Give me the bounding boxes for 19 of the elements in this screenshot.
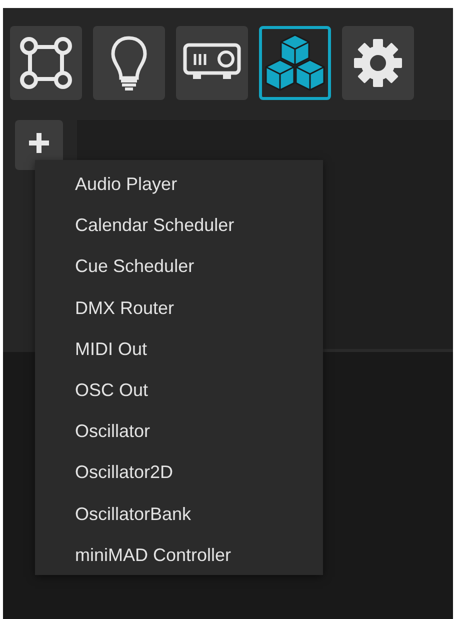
menu-item[interactable]: Oscillator [35,411,323,452]
corner-points-icon [18,35,74,91]
menu-item[interactable]: Calendar Scheduler [35,205,323,246]
light-bulb-icon [109,35,149,91]
settings-icon [352,37,404,89]
menu-item[interactable]: OscillatorBank [35,494,323,535]
menu-item[interactable]: MIDI Out [35,328,323,370]
toolbar-button[interactable] [259,26,331,100]
menu-item[interactable]: DMX Router [35,288,323,329]
menu-item[interactable]: miniMAD Controller [35,534,323,576]
toolbar-button[interactable] [10,26,82,100]
toolbar-button[interactable] [342,26,414,100]
toolbar-button[interactable] [93,26,165,100]
menu-item[interactable]: Cue Scheduler [35,246,323,288]
menu-item[interactable]: OSC Out [35,370,323,412]
menu-item[interactable]: Oscillator2D [35,452,323,494]
toolbar-button[interactable] [176,26,248,100]
plus-icon [28,132,50,154]
menu-item[interactable]: Audio Player [35,164,323,206]
